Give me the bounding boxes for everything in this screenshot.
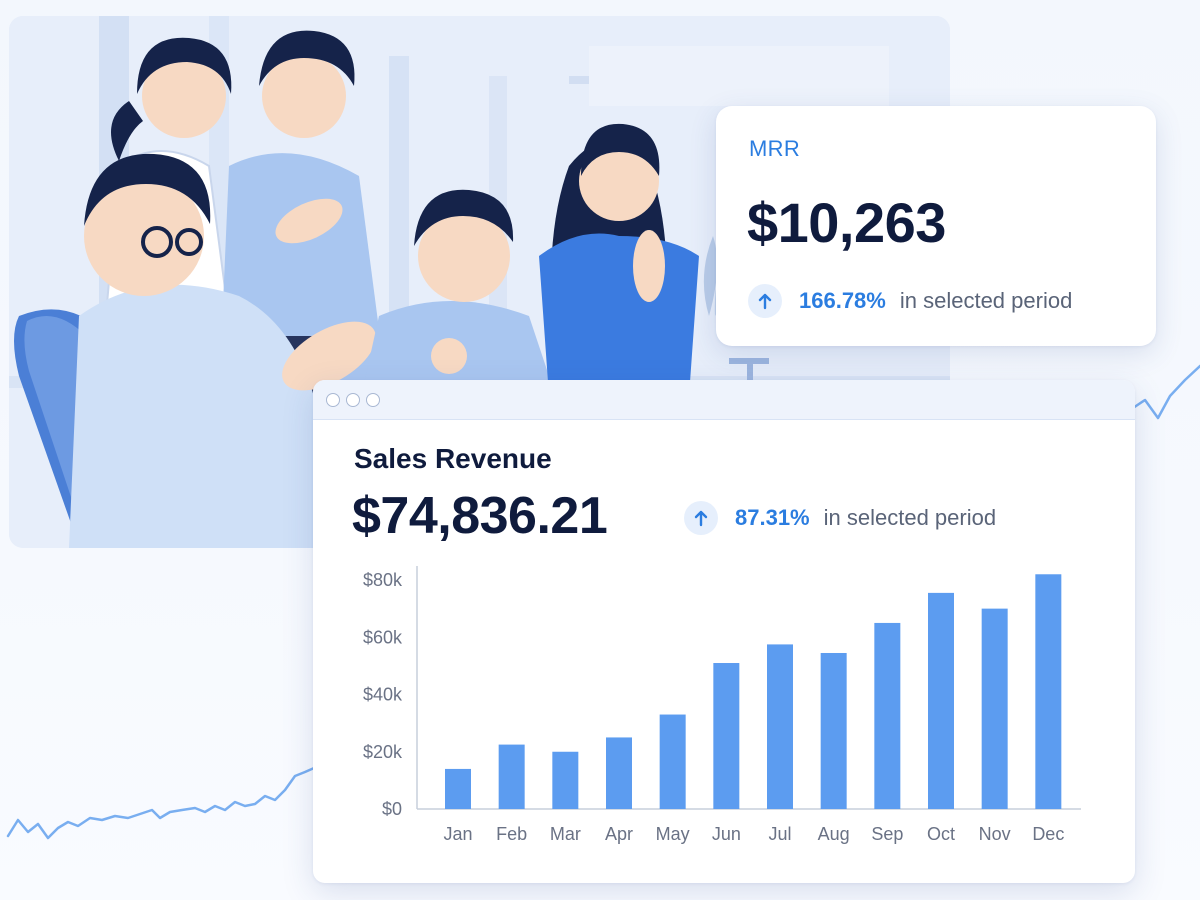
y-tick-label: $20k xyxy=(363,742,403,762)
bar-dec[interactable] xyxy=(1035,574,1062,809)
mrr-value: $10,263 xyxy=(747,191,946,254)
x-tick-label: Oct xyxy=(927,824,955,844)
arrow-up-icon xyxy=(748,284,782,318)
bar-nov[interactable] xyxy=(981,608,1008,809)
x-tick-label: Aug xyxy=(818,824,850,844)
x-tick-label: Apr xyxy=(605,824,633,844)
bar-mar[interactable] xyxy=(552,751,579,809)
x-tick-label: Jan xyxy=(443,824,472,844)
x-tick-label: Mar xyxy=(550,824,581,844)
mrr-label: MRR xyxy=(749,136,801,161)
x-tick-label: Sep xyxy=(871,824,903,844)
x-tick-label: Feb xyxy=(496,824,527,844)
y-tick-label: $60k xyxy=(363,627,403,647)
sales-bar-chart: $0 $20k $40k $60k $80k Jan Feb Mar Apr May Jun Jul A… xyxy=(363,566,1081,844)
bar-aug[interactable] xyxy=(820,652,847,809)
y-tick-label: $80k xyxy=(363,570,403,590)
x-tick-label: Jun xyxy=(712,824,741,844)
mrr-card: MRR $10,263 166.78% in selected period xyxy=(716,106,1156,346)
mrr-change-percent: 166.78% xyxy=(799,288,886,313)
y-tick-label: $0 xyxy=(382,799,402,819)
bar-may[interactable] xyxy=(659,714,686,809)
x-tick-label: Nov xyxy=(979,824,1011,844)
x-tick-label: Dec xyxy=(1032,824,1064,844)
bar-jun[interactable] xyxy=(713,663,740,809)
bar-feb[interactable] xyxy=(498,744,525,809)
sales-revenue-window: Sales Revenue $74,836.21 87.31% in selec… xyxy=(313,380,1135,883)
mrr-change: 166.78% in selected period xyxy=(748,284,1072,318)
bar-oct[interactable] xyxy=(928,592,954,809)
bar-jul[interactable] xyxy=(767,644,793,809)
x-tick-label: May xyxy=(656,824,690,844)
bar-sep[interactable] xyxy=(874,622,901,809)
x-tick-label: Jul xyxy=(768,824,791,844)
y-tick-label: $40k xyxy=(363,685,403,705)
bar-apr[interactable] xyxy=(606,737,632,809)
bar-jan[interactable] xyxy=(445,768,471,809)
mrr-change-text: in selected period xyxy=(899,288,1073,313)
